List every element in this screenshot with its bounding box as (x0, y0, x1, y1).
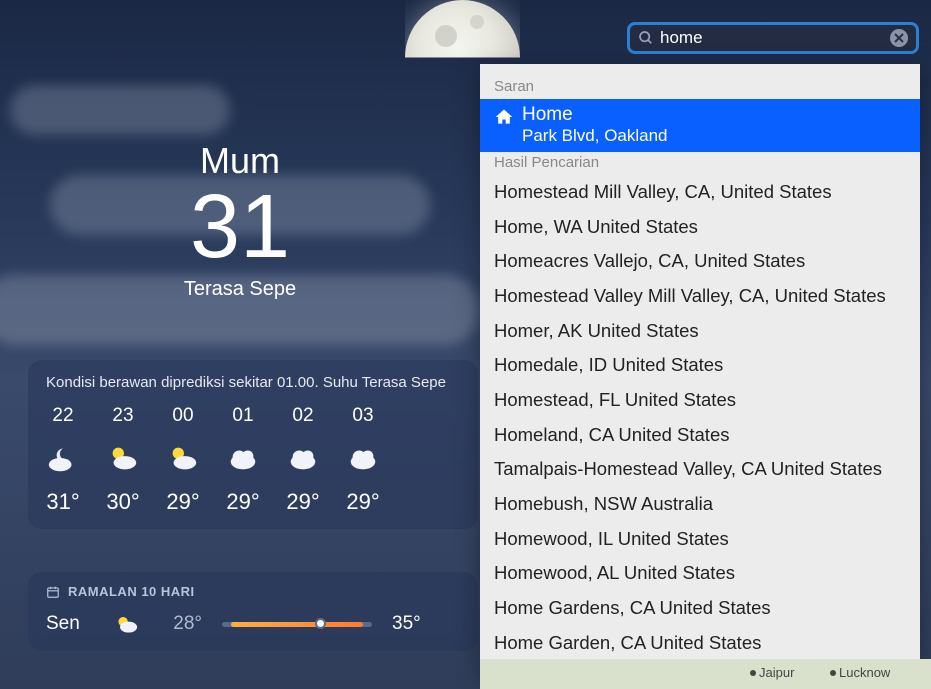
search-result-item[interactable]: Homewood, IL United States (480, 522, 920, 557)
hourly-forecast-panel: Kondisi berawan diprediksi sekitar 01.00… (28, 360, 478, 529)
search-result-item[interactable]: Homedale, ID United States (480, 348, 920, 383)
cloud-icon (346, 441, 380, 475)
temp-range-bar (222, 622, 372, 627)
suggestions-header: Saran (480, 76, 920, 99)
city-name: Mum (0, 140, 480, 182)
cloud-icon (286, 441, 320, 475)
daily-row: Sen 28° 35° (46, 609, 460, 639)
map-strip: Jaipur Lucknow (480, 659, 931, 689)
hour-column: 02 29° (286, 405, 320, 515)
calendar-icon (46, 585, 60, 599)
hour-temp: 29° (346, 489, 379, 515)
map-city-lucknow: Lucknow (830, 665, 890, 680)
daily-header: RAMALAN 10 HARI (46, 584, 460, 599)
hour-label: 00 (172, 405, 193, 427)
clear-search-button[interactable] (890, 29, 908, 47)
hour-temp: 30° (106, 489, 139, 515)
search-result-item[interactable]: Homeacres Vallejo, CA, United States (480, 244, 920, 279)
daily-low: 28° (162, 613, 202, 635)
hour-temp: 29° (286, 489, 319, 515)
current-temp: 31 (0, 182, 480, 272)
hour-label: 01 (232, 405, 253, 427)
search-result-item[interactable]: Homestead Mill Valley, CA, United States (480, 175, 920, 210)
hour-column: 23 30° (106, 405, 140, 515)
hour-temp: 29° (166, 489, 199, 515)
search-result-item[interactable]: Homestead Valley Mill Valley, CA, United… (480, 279, 920, 314)
hour-temp: 29° (226, 489, 259, 515)
hour-column: 03 29° (346, 405, 380, 515)
hour-column: 00 29° (166, 405, 200, 515)
search-result-item[interactable]: Home Gardens, CA United States (480, 591, 920, 626)
close-icon (894, 33, 904, 43)
daily-forecast-panel: RAMALAN 10 HARI Sen 28° 35° (28, 572, 478, 651)
search-result-item[interactable]: Homestead, FL United States (480, 383, 920, 418)
partly-icon (166, 441, 200, 475)
search-result-item[interactable]: Homeland, CA United States (480, 418, 920, 453)
partly-cloudy-icon (112, 609, 142, 639)
search-result-item[interactable]: Homer, AK United States (480, 314, 920, 349)
hour-temp: 31° (46, 489, 79, 515)
results-list: Homestead Mill Valley, CA, United States… (480, 175, 920, 672)
hour-label: 22 (52, 405, 73, 427)
search-input[interactable] (660, 28, 884, 48)
daily-high: 35° (392, 613, 421, 635)
daily-header-text: RAMALAN 10 HARI (68, 584, 195, 599)
search-result-item[interactable]: Home Garden, CA United States (480, 626, 920, 661)
search-field-wrap[interactable] (627, 22, 919, 54)
search-result-item[interactable]: Homebush, NSW Australia (480, 487, 920, 522)
suggestion-sub: Park Blvd, Oakland (522, 126, 668, 146)
search-icon (638, 30, 654, 46)
home-icon (494, 107, 514, 127)
search-dropdown: Saran Home Park Blvd, Oakland Hasil Penc… (480, 64, 920, 672)
search-result-item[interactable]: Home, WA United States (480, 210, 920, 245)
search-result-item[interactable]: Tamalpais-Homestead Valley, CA United St… (480, 452, 920, 487)
hourly-row: 22 31° 23 30° 00 29° 01 29° 02 29° 03 29° (46, 405, 460, 515)
suggestion-name: Home (522, 104, 668, 126)
hour-column: 22 31° (46, 405, 80, 515)
map-city-jaipur: Jaipur (750, 665, 794, 680)
current-weather: Mum 31 Terasa Sepe (0, 140, 480, 301)
cloud-icon (226, 441, 260, 475)
cloud-moon-icon (46, 441, 80, 475)
hourly-description: Kondisi berawan diprediksi sekitar 01.00… (46, 374, 460, 391)
daily-day-name: Sen (46, 613, 92, 635)
hour-label: 02 (292, 405, 313, 427)
hour-label: 23 (112, 405, 133, 427)
partly-icon (106, 441, 140, 475)
suggestion-item-home[interactable]: Home Park Blvd, Oakland (480, 99, 920, 152)
hour-label: 03 (352, 405, 373, 427)
hour-column: 01 29° (226, 405, 260, 515)
feels-like: Terasa Sepe (0, 278, 480, 301)
results-header: Hasil Pencarian (480, 152, 920, 175)
search-result-item[interactable]: Homewood, AL United States (480, 556, 920, 591)
